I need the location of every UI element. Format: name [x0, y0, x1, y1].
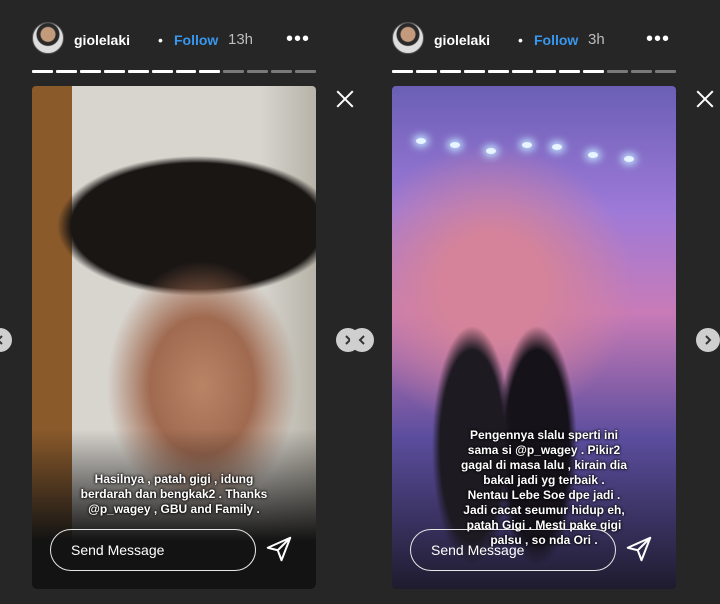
caption-line: sama si @p_wagey . Pikir2 [467, 443, 621, 457]
stage-light [450, 142, 460, 148]
close-icon[interactable] [694, 88, 716, 110]
progress-segment [439, 70, 461, 73]
chevron-left-icon[interactable] [0, 328, 12, 352]
progress-segment [79, 70, 101, 73]
progress-segment [151, 70, 173, 73]
progress-segment [415, 70, 437, 73]
stage-light [552, 144, 562, 150]
chevron-right-icon[interactable] [696, 328, 720, 352]
username[interactable]: giolelaki [434, 32, 490, 48]
caption-line: berdarah dan bengkak2 . Thanks [80, 487, 268, 501]
progress-segment [631, 70, 653, 73]
progress-segment [511, 70, 533, 73]
more-options-icon[interactable]: ••• [646, 28, 670, 51]
progress-segment [127, 70, 149, 73]
timestamp: 3h [588, 31, 605, 48]
story-header: giolelaki • Follow 13h ••• [32, 22, 322, 56]
send-message-input[interactable]: Send Message [410, 529, 616, 571]
stage-light [624, 156, 634, 162]
progress-segment [295, 70, 317, 73]
stage-light [588, 152, 598, 158]
story-media[interactable]: Hasilnya , patah gigi , idung berdarah d… [32, 86, 316, 589]
progress-segment [559, 70, 581, 73]
stage-light [416, 138, 426, 144]
progress-segment [271, 70, 293, 73]
send-message-placeholder: Send Message [71, 542, 165, 558]
story-panel-right: giolelaki • Follow 3h ••• Pengennya slal… [350, 0, 720, 604]
progress-segment [392, 70, 413, 73]
progress-segment [103, 70, 125, 73]
progress-segment [55, 70, 77, 73]
caption-line: bakal jadi yg terbaik . [483, 473, 605, 487]
follow-button[interactable]: Follow [534, 32, 578, 48]
progress-segment [199, 70, 221, 73]
story-header: giolelaki • Follow 3h ••• [392, 22, 682, 56]
story-progress-bar [32, 70, 317, 73]
caption-line: Nentau Lebe Soe dpe jadi . [467, 488, 621, 502]
chevron-left-icon[interactable] [350, 328, 374, 352]
progress-segment [463, 70, 485, 73]
caption-line: Hasilnya , patah gigi , idung [94, 472, 254, 486]
stage-light [486, 148, 496, 154]
progress-segment [32, 70, 53, 73]
separator-dot: • [518, 32, 523, 48]
story-caption: Hasilnya , patah gigi , idung berdarah d… [64, 472, 284, 517]
story-panel-left: giolelaki • Follow 13h ••• Hasilnya , pa… [0, 0, 360, 604]
send-message-placeholder: Send Message [431, 542, 525, 558]
progress-segment [223, 70, 245, 73]
progress-segment [487, 70, 509, 73]
follow-button[interactable]: Follow [174, 32, 218, 48]
close-icon[interactable] [334, 88, 356, 110]
caption-line: @p_wagey , GBU and Family . [88, 502, 260, 516]
progress-segment [175, 70, 197, 73]
more-options-icon[interactable]: ••• [286, 28, 310, 51]
progress-segment [607, 70, 629, 73]
caption-line: Pengennya slalu sperti ini [469, 428, 619, 442]
timestamp: 13h [228, 31, 254, 48]
username[interactable]: giolelaki [74, 32, 130, 48]
caption-line: gagal di masa lalu , kirain dia [460, 458, 628, 472]
story-progress-bar [392, 70, 677, 73]
stage-light [522, 142, 532, 148]
progress-segment [247, 70, 269, 73]
progress-segment [655, 70, 677, 73]
paper-plane-icon[interactable] [264, 534, 294, 564]
story-media[interactable]: Pengennya slalu sperti ini sama si @p_wa… [392, 86, 676, 589]
avatar[interactable] [392, 22, 424, 54]
separator-dot: • [158, 32, 163, 48]
paper-plane-icon[interactable] [624, 534, 654, 564]
progress-segment [535, 70, 557, 73]
send-message-input[interactable]: Send Message [50, 529, 256, 571]
caption-line: Jadi cacat seumur hidup eh, [463, 503, 625, 517]
avatar[interactable] [32, 22, 64, 54]
progress-segment [583, 70, 605, 73]
